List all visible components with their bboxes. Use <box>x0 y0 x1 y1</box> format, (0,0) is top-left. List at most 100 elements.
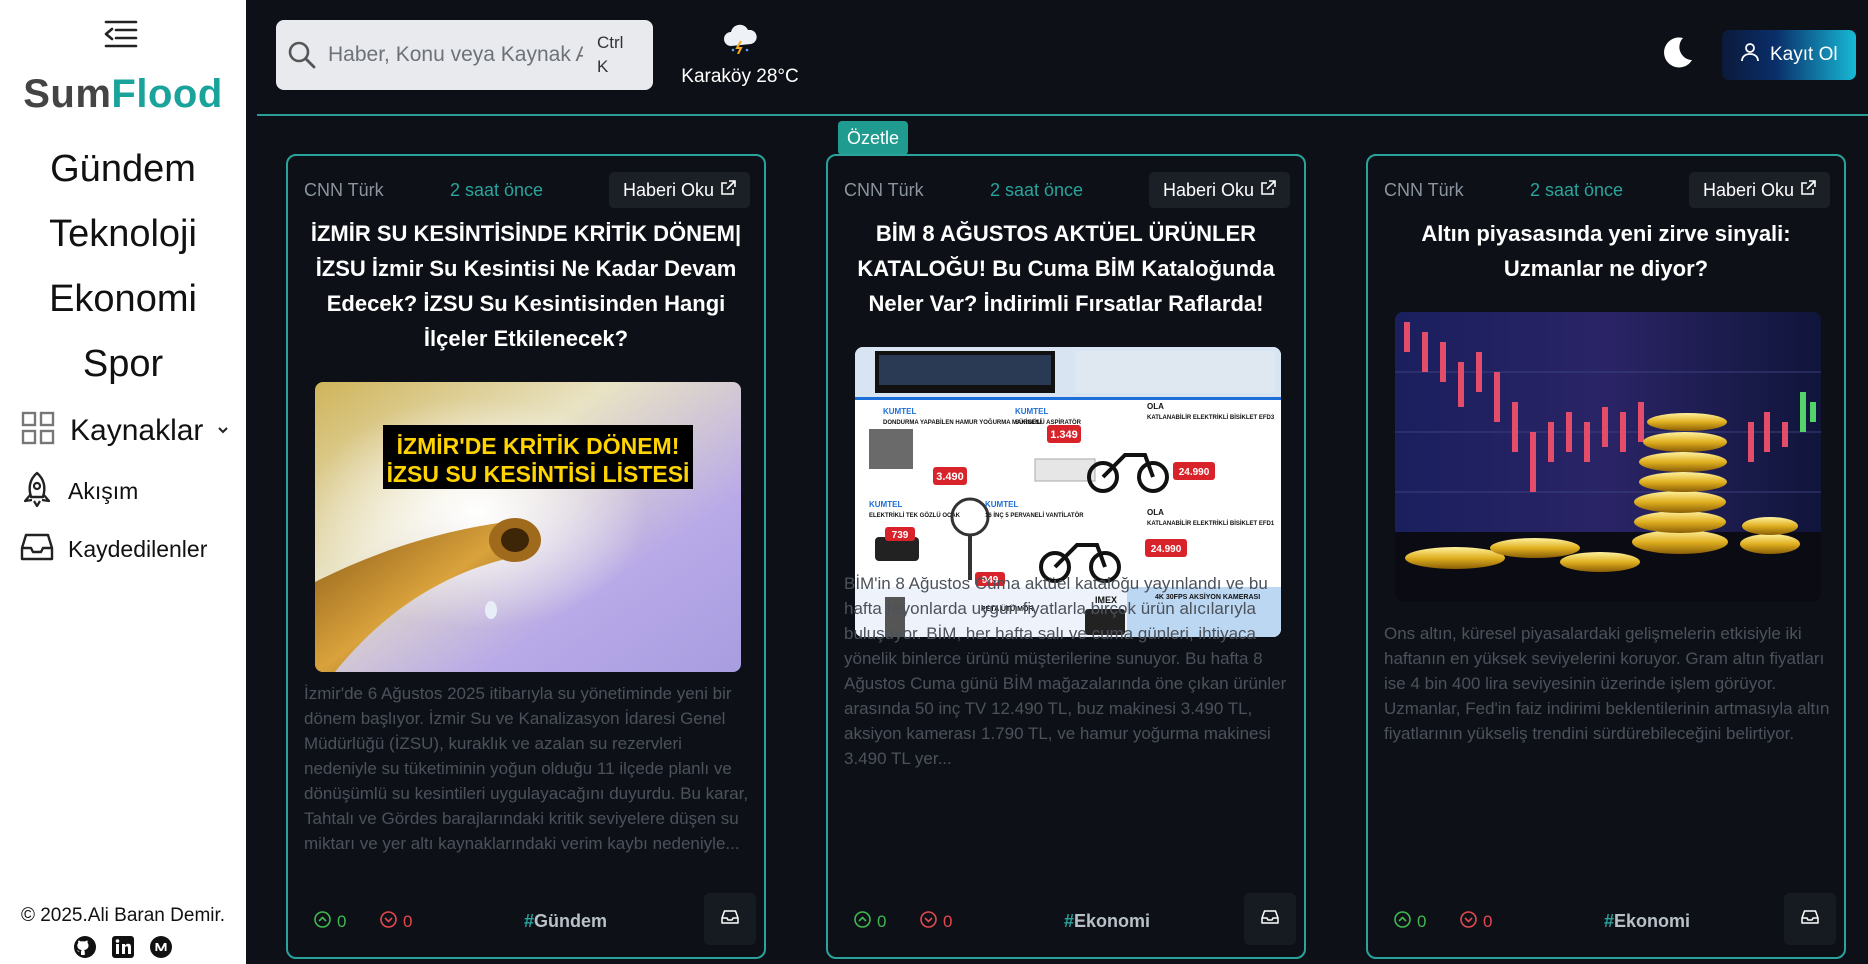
upvote-count: 0 <box>877 912 887 931</box>
catalog-price: 24.990 <box>1151 544 1182 555</box>
grid-icon <box>20 410 56 451</box>
downvote-count: 0 <box>1483 912 1493 931</box>
arrow-up-circle-icon <box>1394 911 1411 933</box>
header-divider <box>257 114 1868 116</box>
nav-kaydedilenler[interactable]: Kaydedilenler <box>20 530 207 569</box>
nav-teknoloji[interactable]: Teknoloji <box>0 213 246 256</box>
catalog-product: ELEKTRİKLİ TEK GÖZLÜ OCAK <box>869 512 961 519</box>
catalog-brand: KUMTEL <box>883 407 916 416</box>
catalog-price: 3.490 <box>936 471 964 483</box>
catalog-brand: KUMTEL <box>1015 407 1048 416</box>
read-news-label: Haberi Oku <box>622 179 714 200</box>
arrow-up-circle-icon <box>314 911 331 933</box>
nav-akisim[interactable]: Akışım <box>20 470 138 513</box>
nav-ekonomi[interactable]: Ekonomi <box>0 278 246 321</box>
nav-gundem[interactable]: Gündem <box>0 148 246 191</box>
card-footer: 0 0 #Ekonomi <box>1394 893 1836 957</box>
search-icon <box>286 39 318 71</box>
upvote-button[interactable]: 0 <box>1394 911 1426 933</box>
github-icon[interactable] <box>73 935 97 959</box>
card-title[interactable]: BİM 8 AĞUSTOS AKTÜEL ÜRÜNLER KATALOĞU! B… <box>848 216 1284 321</box>
card-time: 2 saat önce <box>1530 180 1624 200</box>
card-description: BİM'in 8 Ağustos Cuma aktüel kataloğu ya… <box>844 574 1287 768</box>
inbox-icon <box>1261 908 1279 931</box>
weather-text: Karaköy 28°C <box>681 66 799 87</box>
card-image[interactable]: İZMİR'DE KRİTİK DÖNEM! İZSU SU KESİNTİSİ… <box>315 382 741 672</box>
arrow-down-circle-icon <box>380 911 397 933</box>
cloud-lightning-icon <box>721 24 759 55</box>
nav-kaynaklar-label: Kaynaklar <box>70 413 204 447</box>
catalog-product: KATLANABİLİR ELEKTRİKLİ BİSİKLET EFD3 <box>1147 414 1275 421</box>
nav-spor[interactable]: Spor <box>0 343 246 386</box>
catalog-brand: OLA <box>1147 508 1164 517</box>
downvote-button[interactable]: 0 <box>1460 911 1492 933</box>
read-news-label: Haberi Oku <box>1162 179 1254 200</box>
card-description: İzmir'de 6 Ağustos 2025 itibarıyla su yö… <box>304 684 749 853</box>
card-footer: 0 0 #Ekonomi <box>854 893 1296 957</box>
medium-icon[interactable] <box>149 935 173 959</box>
catalog-price: 1.349 <box>1050 429 1078 441</box>
summarize-button[interactable]: Özetle <box>838 121 908 155</box>
card-time: 2 saat önce <box>990 180 1084 200</box>
external-link-icon <box>720 179 736 201</box>
card-title[interactable]: Altın piyasasında yeni zirve sinyali: Uz… <box>1388 216 1824 286</box>
sidebar-collapse-icon[interactable] <box>100 18 140 52</box>
inbox-icon <box>721 908 739 931</box>
sidebar: SumFlood Gündem Teknoloji Ekonomi Spor K… <box>0 0 246 964</box>
category-tag[interactable]: #Ekonomi <box>1064 911 1150 932</box>
card-source[interactable]: CNN Türk <box>1384 180 1464 201</box>
shortcut-key-ctrl: Ctrl <box>597 33 624 52</box>
downvote-button[interactable]: 0 <box>920 911 952 933</box>
news-card: CNN Türk 2 saat önce Haberi Oku Altın pi… <box>1366 154 1846 959</box>
news-card: CNN Türk 2 saat önce Haberi Oku İZMİR SU… <box>286 154 766 959</box>
upvote-button[interactable]: 0 <box>854 911 886 933</box>
card-description: Ons altın, küresel piyasalardaki gelişme… <box>1384 624 1830 743</box>
category-tag-label: Ekonomi <box>1614 911 1691 931</box>
category-tag[interactable]: #Gündem <box>524 911 607 932</box>
logo[interactable]: SumFlood <box>0 72 246 117</box>
catalog-brand: KUMTEL <box>869 500 902 509</box>
card-time: 2 saat önce <box>450 180 544 200</box>
save-button[interactable] <box>1244 893 1296 945</box>
upvote-count: 0 <box>337 912 347 931</box>
card-source[interactable]: CNN Türk <box>304 180 384 201</box>
downvote-button[interactable]: 0 <box>380 911 412 933</box>
card-image[interactable] <box>1395 312 1821 602</box>
read-news-label: Haberi Oku <box>1702 179 1794 200</box>
nav-kaynaklar[interactable]: Kaynaklar <box>20 410 229 451</box>
catalog-product: KATLANABİLİR ELEKTRİKLİ BİSİKLET EFD1 <box>1147 520 1275 527</box>
news-card: CNN Türk 2 saat önce Haberi Oku BİM 8 AĞ… <box>826 154 1306 959</box>
moon-icon[interactable] <box>1656 32 1696 72</box>
category-tag-label: Ekonomi <box>1074 911 1151 931</box>
read-news-button[interactable]: Haberi Oku <box>1148 172 1290 208</box>
weather-widget: Karaköy 28°C <box>676 24 804 88</box>
external-link-icon <box>1260 179 1276 201</box>
arrow-down-circle-icon <box>920 911 937 933</box>
read-news-button[interactable]: Haberi Oku <box>1688 172 1830 208</box>
linkedin-icon[interactable] <box>111 935 135 959</box>
logo-part2: Flood <box>111 72 223 116</box>
category-tag[interactable]: #Ekonomi <box>1604 911 1690 932</box>
card-source[interactable]: CNN Türk <box>844 180 924 201</box>
keyboard-shortcut-hint: Ctrl K <box>597 31 623 79</box>
search-bar[interactable]: Haber, Konu veya Kaynak Ara Ctrl K <box>276 20 653 90</box>
upvote-button[interactable]: 0 <box>314 911 346 933</box>
signup-label: Kayıt Ol <box>1770 44 1838 65</box>
catalog-price: 24.990 <box>1179 467 1210 478</box>
arrow-up-circle-icon <box>854 911 871 933</box>
save-button[interactable] <box>704 893 756 945</box>
inbox-icon <box>20 530 54 569</box>
chevron-down-icon <box>217 422 229 440</box>
read-news-button[interactable]: Haberi Oku <box>608 172 750 208</box>
nav-kaydedilenler-label: Kaydedilenler <box>68 536 208 562</box>
user-icon <box>1740 42 1760 68</box>
catalog-product: SÜRGÜLÜ ASPİRATÖR <box>1015 419 1082 426</box>
search-input[interactable]: Haber, Konu veya Kaynak Ara <box>328 43 583 67</box>
arrow-down-circle-icon <box>1460 911 1477 933</box>
signup-button[interactable]: Kayıt Ol <box>1722 30 1856 80</box>
save-button[interactable] <box>1784 893 1836 945</box>
card-title[interactable]: İZMİR SU KESİNTİSİNDE KRİTİK DÖNEM| İZSU… <box>308 216 744 356</box>
upvote-count: 0 <box>1417 912 1427 931</box>
card-footer: 0 0 #Gündem <box>314 893 756 957</box>
catalog-product: 16 İNÇ 5 PERVANELİ VANTİLATÖR <box>985 512 1084 519</box>
